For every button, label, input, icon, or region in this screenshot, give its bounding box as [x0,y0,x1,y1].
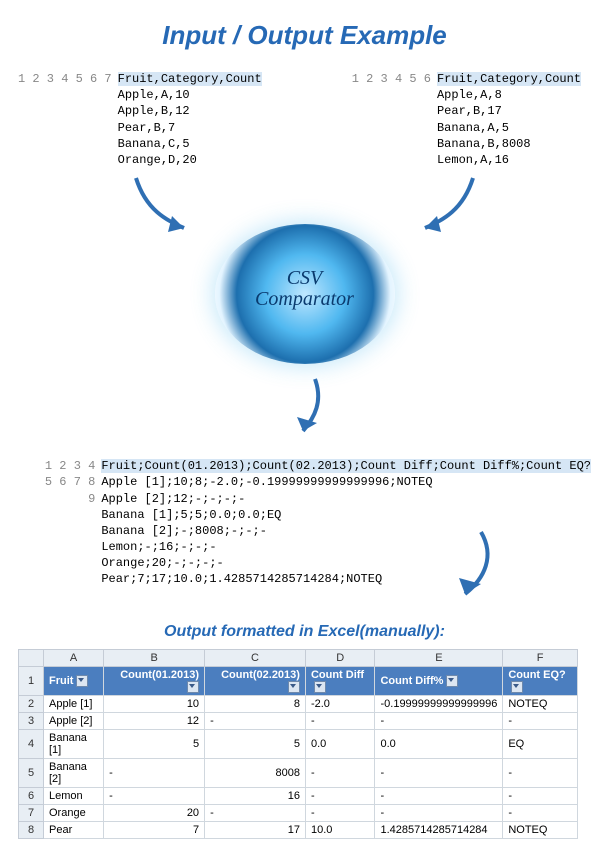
code-lines: Fruit,Category,Count Apple,A,8 Pear,B,17… [437,71,581,168]
input-left-csv: 1 2 3 4 5 6 7 Fruit,Category,Count Apple… [18,71,262,168]
filter-icon[interactable] [314,681,326,693]
column-headers: A B C D E F [19,649,578,666]
excel-output-table: A B C D E F 1 Fruit Count(01.2013) Count… [18,649,578,839]
filter-icon[interactable] [511,681,523,693]
input-right-csv: 1 2 3 4 5 6 Fruit,Category,Count Apple,A… [352,71,581,168]
filter-icon[interactable] [446,675,458,687]
col-F[interactable]: F [503,649,578,666]
col-E[interactable]: E [375,649,503,666]
col-D[interactable]: D [305,649,375,666]
col-C[interactable]: C [205,649,306,666]
filter-icon[interactable] [288,681,300,693]
table-row: 6 Lemon - 16 - - - [19,787,578,804]
subtitle: Output formatted in Excel(manually): [18,623,591,641]
csv-comparator-logo: CSVComparator [215,224,395,364]
col-A[interactable]: A [44,649,104,666]
line-numbers: 1 2 3 4 5 6 7 8 9 [32,458,101,588]
filter-icon[interactable] [187,681,199,693]
filter-icon[interactable] [76,675,88,687]
page-title: Input / Output Example [18,20,591,51]
table-row: 5 Banana [2] - 8008 - - - [19,758,578,787]
corner-cell [19,649,44,666]
code-lines: Fruit,Category,Count Apple,A,10 Apple,B,… [118,71,262,168]
arrow-down-right-icon [403,170,493,240]
line-numbers: 1 2 3 4 5 6 [352,71,437,168]
code-lines: Fruit;Count(01.2013);Count(02.2013);Coun… [101,458,591,588]
table-header-row: 1 Fruit Count(01.2013) Count(02.2013) Co… [19,666,578,695]
table-row: 7 Orange 20 - - - - [19,804,578,821]
table-row: 8 Pear 7 17 10.0 1.4285714285714284 NOTE… [19,821,578,838]
table-row: 3 Apple [2] 12 - - - - [19,712,578,729]
arrow-down-icon [275,373,335,443]
table-row: 4 Banana [1] 5 5 0.0 0.0 EQ [19,729,578,758]
arrow-down-left-icon [116,170,206,240]
line-numbers: 1 2 3 4 5 6 7 [18,71,118,168]
arrow-down-icon [435,526,515,606]
table-row: 2 Apple [1] 10 8 -2.0 -0.199999999999999… [19,695,578,712]
col-B[interactable]: B [104,649,205,666]
